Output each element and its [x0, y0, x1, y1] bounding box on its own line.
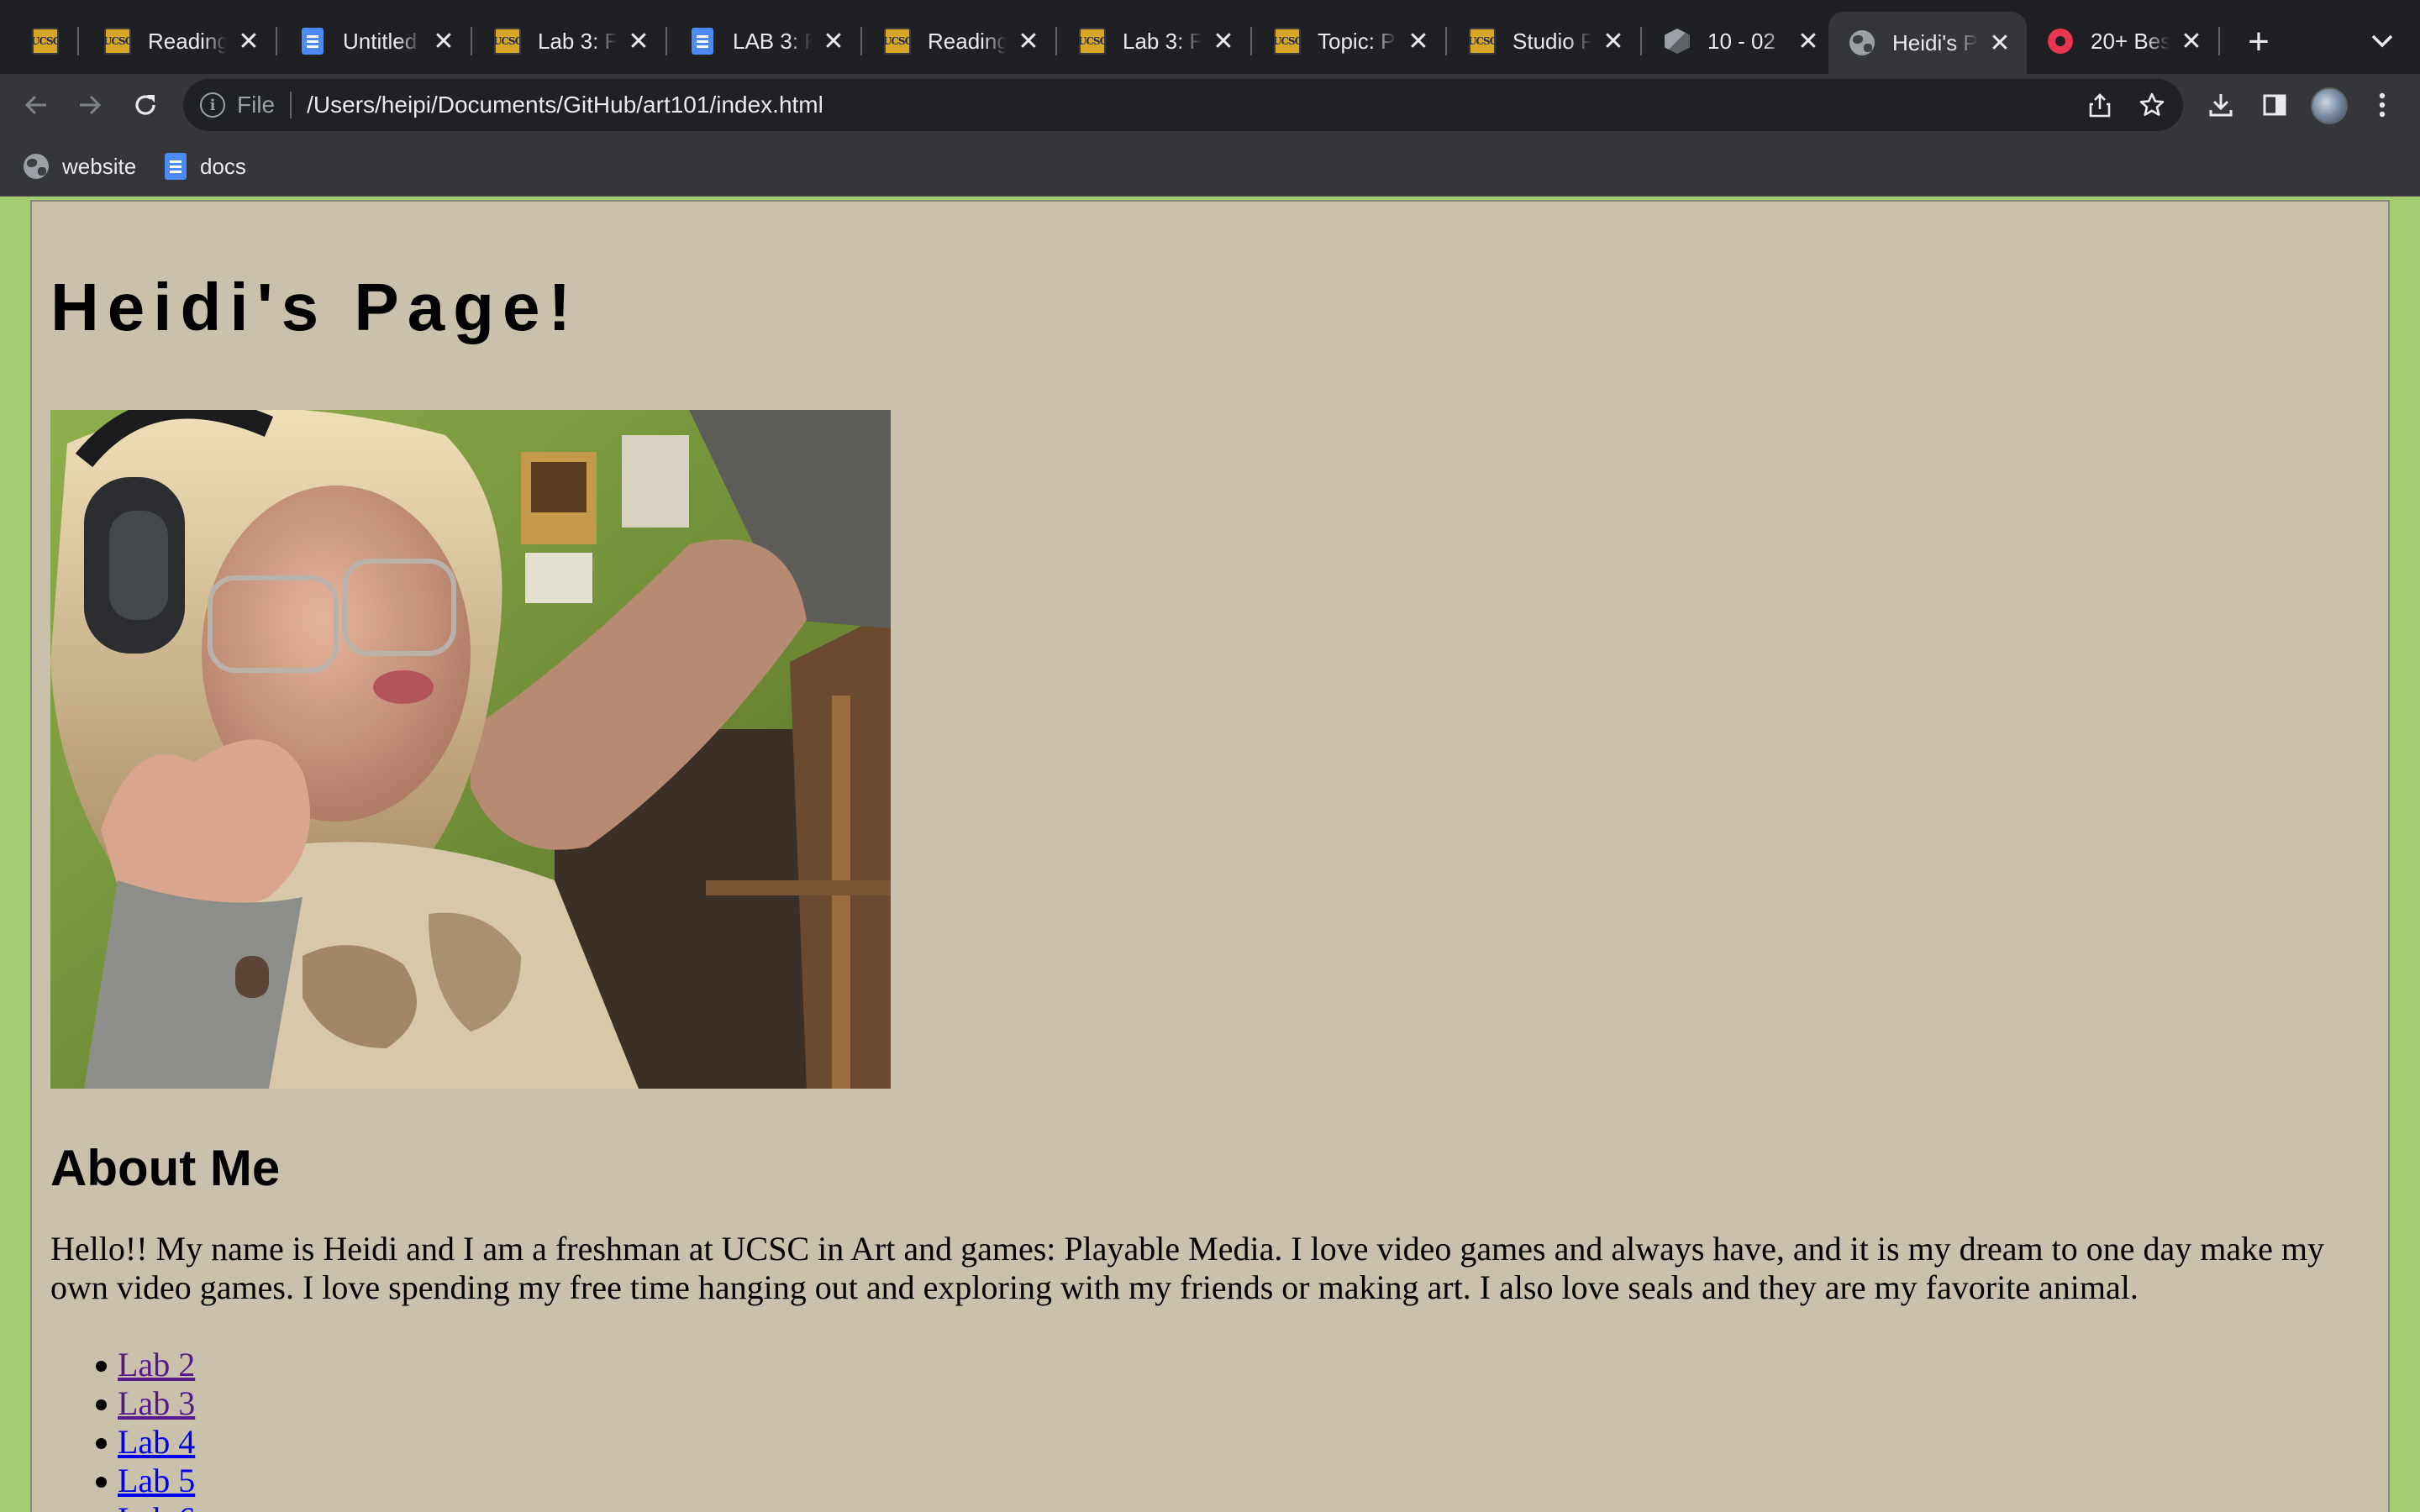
url-scheme: File — [237, 92, 276, 118]
tab-separator — [1250, 27, 1252, 55]
omnibox-divider — [290, 92, 292, 118]
tab-7[interactable]: UCSC Topic: Pr ✕ — [1254, 13, 1445, 69]
tab-5[interactable]: UCSC Reading ✕ — [864, 13, 1055, 69]
tab-separator — [77, 27, 79, 55]
tab-separator — [1055, 27, 1057, 55]
profile-photo — [50, 410, 891, 1089]
close-icon[interactable]: ✕ — [623, 26, 654, 56]
tab-11[interactable]: 20+ Bes ✕ — [2027, 13, 2218, 69]
close-icon[interactable]: ✕ — [1403, 26, 1434, 56]
close-icon[interactable]: ✕ — [429, 26, 459, 56]
reload-icon[interactable] — [124, 84, 166, 126]
ucsc-icon: UCSC — [1468, 28, 1497, 55]
globe-icon — [1849, 29, 1876, 56]
ucsc-icon: UCSC — [103, 28, 133, 55]
bookmark-docs[interactable]: docs — [165, 151, 246, 181]
cube-icon — [1664, 28, 1691, 55]
lab-5-link[interactable]: Lab 5 — [118, 1462, 195, 1499]
tab-4[interactable]: LAB 3: F ✕ — [669, 13, 860, 69]
tab-2[interactable]: Untitled ✕ — [279, 13, 471, 69]
profile-avatar[interactable] — [2311, 87, 2348, 124]
tab-separator — [471, 27, 472, 55]
tab-8[interactable]: UCSC Studio P ✕ — [1449, 13, 1640, 69]
tab-pinned[interactable]: UCSC — [20, 13, 71, 69]
tab-title: Lab 3: Fi — [1123, 28, 1202, 54]
close-icon[interactable]: ✕ — [2176, 26, 2207, 56]
close-icon[interactable]: ✕ — [234, 26, 264, 56]
forward-arrow-icon[interactable] — [69, 84, 111, 126]
tab-title: Lab 3: Fi — [538, 28, 617, 54]
lab-4-link[interactable]: Lab 4 — [118, 1423, 195, 1461]
menu-kebab-icon[interactable] — [2361, 84, 2403, 126]
bookmark-star-icon[interactable] — [2131, 84, 2173, 126]
list-item: Lab 4 — [50, 1423, 195, 1462]
tab-title: Studio P — [1512, 28, 1591, 54]
ucsc-icon: UCSC — [1078, 28, 1107, 55]
bookmark-label: docs — [200, 153, 246, 179]
list-item: Lab 2 — [50, 1346, 195, 1384]
tab-title: 20+ Bes — [2091, 28, 2170, 54]
tab-separator — [276, 27, 277, 55]
tab-9[interactable]: 10 - 02 ✕ — [1644, 13, 1835, 69]
close-icon[interactable]: ✕ — [1598, 26, 1628, 56]
browser-toolbar: i File /Users/heipi/Documents/GitHub/art… — [0, 74, 2420, 136]
tab-3[interactable]: UCSC Lab 3: Fi ✕ — [474, 13, 666, 69]
bookmark-website[interactable]: website — [24, 151, 136, 181]
tab-title: Reading — [148, 28, 227, 54]
globe-icon — [24, 154, 49, 179]
about-heading: About Me — [50, 1140, 281, 1196]
page-viewport: Heidi's Page! About Me Hello!! My name i… — [0, 197, 2420, 1512]
ucsc-icon: UCSC — [883, 28, 913, 55]
tab-separator — [1640, 27, 1642, 55]
new-tab-button[interactable]: + — [2235, 18, 2282, 66]
side-panel-icon[interactable] — [2254, 84, 2296, 126]
red-circle-icon — [2047, 28, 2074, 55]
ucsc-icon: UCSC — [31, 28, 60, 55]
lab-6-link[interactable]: Lab 6 — [118, 1500, 195, 1512]
site-info-icon[interactable]: i — [200, 92, 225, 118]
back-arrow-icon[interactable] — [15, 84, 57, 126]
close-icon[interactable]: ✕ — [1013, 26, 1044, 56]
lab-links-list: Lab 2 Lab 3 Lab 4 Lab 5 Lab 6 — [50, 1346, 195, 1512]
tab-title: Heidi's P — [1892, 29, 1978, 55]
list-item: Lab 3 — [50, 1384, 195, 1423]
url-text[interactable]: /Users/heipi/Documents/GitHub/art101/ind… — [307, 92, 2079, 118]
tab-separator — [860, 27, 862, 55]
tab-separator — [2218, 27, 2220, 55]
tab-title: LAB 3: F — [733, 28, 812, 54]
address-bar[interactable]: i File /Users/heipi/Documents/GitHub/art… — [183, 79, 2183, 131]
list-item: Lab 5 — [50, 1462, 195, 1500]
about-paragraph: Hello!! My name is Heidi and I am a fres… — [50, 1230, 2324, 1306]
docs-icon — [165, 153, 187, 180]
download-icon[interactable] — [2200, 84, 2242, 126]
close-icon[interactable]: ✕ — [1793, 26, 1823, 56]
bookmark-label: website — [62, 153, 137, 179]
tab-title: 10 - 02 — [1707, 28, 1776, 54]
tab-separator — [666, 27, 667, 55]
docs-icon — [689, 28, 716, 55]
tab-title: Reading — [928, 28, 1007, 54]
tab-title: Untitled — [343, 28, 418, 54]
tab-strip: UCSC UCSC Reading ✕ Untitled ✕ UCSC Lab … — [0, 0, 2420, 74]
tab-1[interactable]: UCSC Reading ✕ — [84, 13, 276, 69]
lab-3-link[interactable]: Lab 3 — [118, 1384, 195, 1422]
tab-title: Topic: Pr — [1318, 28, 1397, 54]
page-title: Heidi's Page! — [50, 270, 580, 344]
list-item: Lab 6 — [50, 1500, 195, 1512]
tab-10-active[interactable]: Heidi's P ✕ — [1828, 12, 2027, 74]
share-icon[interactable] — [2079, 84, 2121, 126]
content-container: Heidi's Page! About Me Hello!! My name i… — [30, 200, 2390, 1512]
tab-separator — [1445, 27, 1447, 55]
tab-6[interactable]: UCSC Lab 3: Fi ✕ — [1059, 13, 1250, 69]
ucsc-icon: UCSC — [493, 28, 523, 55]
lab-2-link[interactable]: Lab 2 — [118, 1346, 195, 1383]
close-icon[interactable]: ✕ — [818, 26, 849, 56]
bookmarks-bar: website docs — [0, 136, 2420, 197]
docs-icon — [299, 28, 326, 55]
close-icon[interactable]: ✕ — [1985, 28, 2015, 58]
close-icon[interactable]: ✕ — [1208, 26, 1239, 56]
tab-search-chevron-icon[interactable] — [2361, 20, 2403, 62]
ucsc-icon: UCSC — [1273, 28, 1302, 55]
